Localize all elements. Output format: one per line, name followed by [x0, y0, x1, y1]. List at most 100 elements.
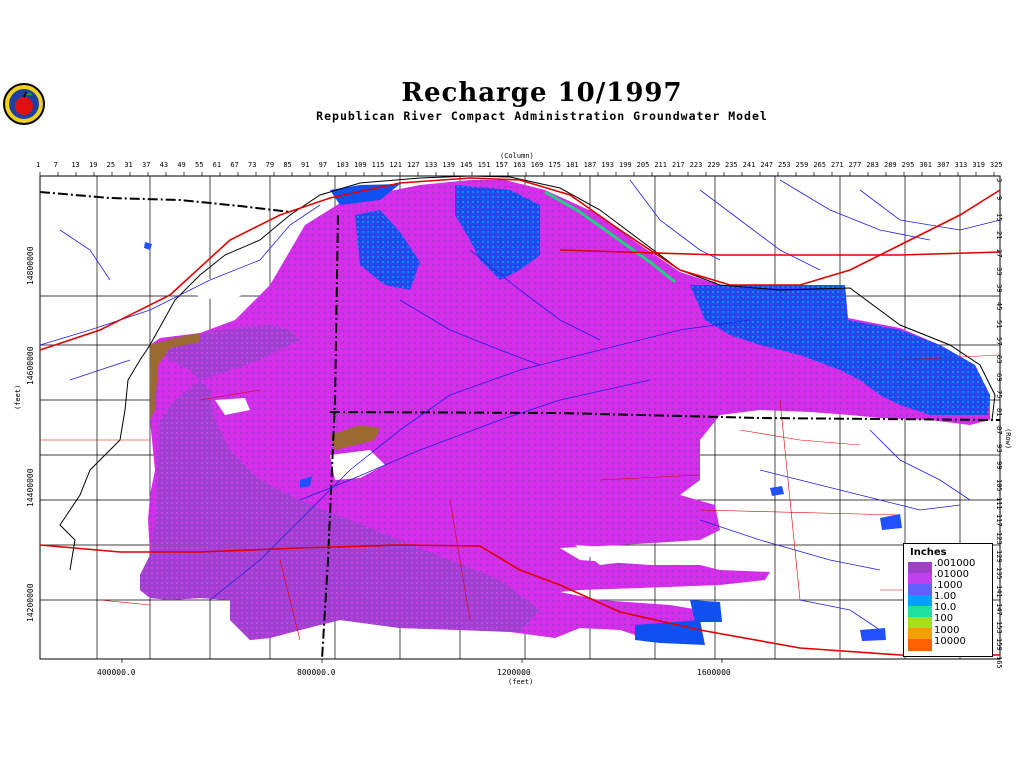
- column-tick-label: 61: [212, 161, 222, 169]
- x-coordinate-label: 400000.0: [97, 668, 136, 677]
- column-tick-label: 157: [495, 161, 508, 169]
- row-tick-label: 153: [995, 620, 1003, 634]
- x-coordinate-label: 1600000: [697, 668, 731, 677]
- column-tick-label: 229: [707, 161, 720, 169]
- legend-swatch: [908, 617, 932, 629]
- column-tick-label: 115: [371, 161, 385, 169]
- row-tick-label: 63: [995, 355, 1003, 364]
- column-tick-label: 169: [530, 161, 544, 169]
- column-tick-label: 97: [318, 161, 328, 169]
- legend-title: Inches: [910, 547, 947, 558]
- column-tick-label: 7: [53, 161, 58, 169]
- column-tick-label: 271: [831, 161, 844, 169]
- row-tick-label: 81: [995, 408, 1003, 417]
- x-feet-label: (feet): [508, 678, 534, 686]
- column-tick-label: 73: [248, 161, 257, 169]
- column-tick-label: 241: [742, 161, 756, 169]
- row-tick-label: 39: [995, 284, 1003, 293]
- column-tick-label: 127: [407, 161, 420, 169]
- row-tick-label: 93: [995, 443, 1003, 452]
- column-tick-label: 139: [442, 161, 455, 169]
- column-tick-label: 235: [725, 161, 738, 169]
- row-tick-label: 117: [995, 514, 1003, 528]
- column-tick-label: 163: [513, 161, 526, 169]
- column-tick-label: 259: [795, 161, 809, 169]
- column-tick-label: 43: [159, 161, 169, 169]
- column-tick-label: 211: [654, 161, 667, 169]
- column-tick-label: 1: [36, 161, 41, 169]
- row-tick-label: 87: [995, 425, 1003, 435]
- column-tick-label: 145: [460, 161, 473, 169]
- y-coordinate-label: 14800000: [26, 246, 35, 285]
- legend-entry: .001000: [934, 558, 976, 569]
- column-tick-label: 223: [689, 161, 703, 169]
- column-tick-label: 109: [354, 161, 367, 169]
- row-tick-label: 33: [995, 266, 1003, 275]
- legend-entry: 1.00: [934, 591, 957, 603]
- legend-entry: .1000: [934, 580, 963, 592]
- column-tick-label: 295: [901, 161, 915, 169]
- y-coordinate-label: 14600000: [26, 346, 35, 385]
- legend-swatch: [908, 639, 932, 651]
- column-tick-label: 319: [972, 161, 985, 169]
- y-coordinate-label: 14400000: [26, 468, 35, 507]
- row-tick-label: 69: [995, 372, 1003, 382]
- column-tick-label: 325: [990, 161, 1003, 169]
- column-tick-label: 25: [106, 161, 116, 169]
- legend-swatch: [908, 628, 932, 640]
- column-tick-label: 205: [636, 161, 650, 169]
- column-tick-label: 151: [477, 161, 491, 169]
- y-coordinate-label: 14200000: [26, 583, 35, 622]
- column-tick-label: 67: [230, 161, 239, 169]
- column-tick-label: 277: [848, 161, 862, 169]
- column-tick-label: 247: [760, 161, 773, 169]
- map-subtitle: Republican River Compact Administration …: [316, 109, 768, 123]
- column-tick-label: 283: [866, 161, 879, 169]
- legend-swatch: [908, 584, 932, 596]
- legend-entry: 10000: [934, 635, 966, 647]
- x-coordinate-label: 1200000: [497, 668, 531, 677]
- row-tick-label: 21: [995, 231, 1003, 240]
- row-tick-label: 57: [995, 337, 1003, 346]
- legend-swatch: [908, 562, 932, 574]
- row-tick-label: 3: [995, 178, 1003, 183]
- x-coordinate-label: 800000.0: [297, 668, 336, 677]
- column-tick-label: 13: [71, 161, 80, 169]
- column-tick-label: 217: [672, 161, 685, 169]
- row-tick-label: 99: [995, 461, 1003, 470]
- column-tick-label: 307: [937, 161, 950, 169]
- column-tick-label: 79: [265, 161, 275, 169]
- legend: Inches .001000.01000.1000 1.00 10.0 100 1000…: [903, 543, 993, 657]
- legend-swatch: [908, 595, 932, 607]
- column-tick-label: 19: [89, 161, 98, 169]
- column-tick-label: 121: [389, 161, 402, 169]
- legend-color-bar: [908, 562, 932, 651]
- column-tick-label: 313: [954, 161, 968, 169]
- column-tick-label: 37: [142, 161, 151, 169]
- row-tick-label: 15: [995, 213, 1003, 222]
- column-tick-label: 265: [813, 161, 826, 169]
- row-tick-label: 123: [995, 532, 1003, 545]
- row-tick-label: 111: [995, 496, 1003, 510]
- column-tick-label: 253: [778, 161, 791, 169]
- map-title: Recharge 10/1997: [401, 78, 683, 108]
- y-feet-label: (feet): [14, 384, 22, 410]
- column-tick-label: 187: [583, 161, 597, 169]
- column-tick-label: 193: [601, 161, 614, 169]
- row-tick-label: 105: [995, 478, 1003, 492]
- row-tick-label: 51: [995, 319, 1003, 329]
- column-tick-label: 103: [336, 161, 349, 169]
- row-tick-label: 165: [995, 656, 1003, 669]
- row-tick-label: 75: [995, 390, 1003, 399]
- row-tick-label: 9: [995, 195, 1003, 200]
- column-tick-label: 85: [283, 161, 292, 169]
- row-tick-label: 141: [995, 585, 1003, 598]
- legend-labels: .001000.01000.1000 1.00 10.0 100 1000 10000: [934, 558, 975, 647]
- column-tick-label: 133: [424, 161, 438, 169]
- row-tick-label: 129: [995, 549, 1003, 563]
- column-tick-label: 55: [195, 161, 204, 169]
- legend-entry: 10.0: [934, 602, 957, 614]
- column-tick-label: 301: [919, 161, 932, 169]
- row-tick-label: 147: [995, 602, 1003, 616]
- column-tick-label: 91: [301, 161, 310, 169]
